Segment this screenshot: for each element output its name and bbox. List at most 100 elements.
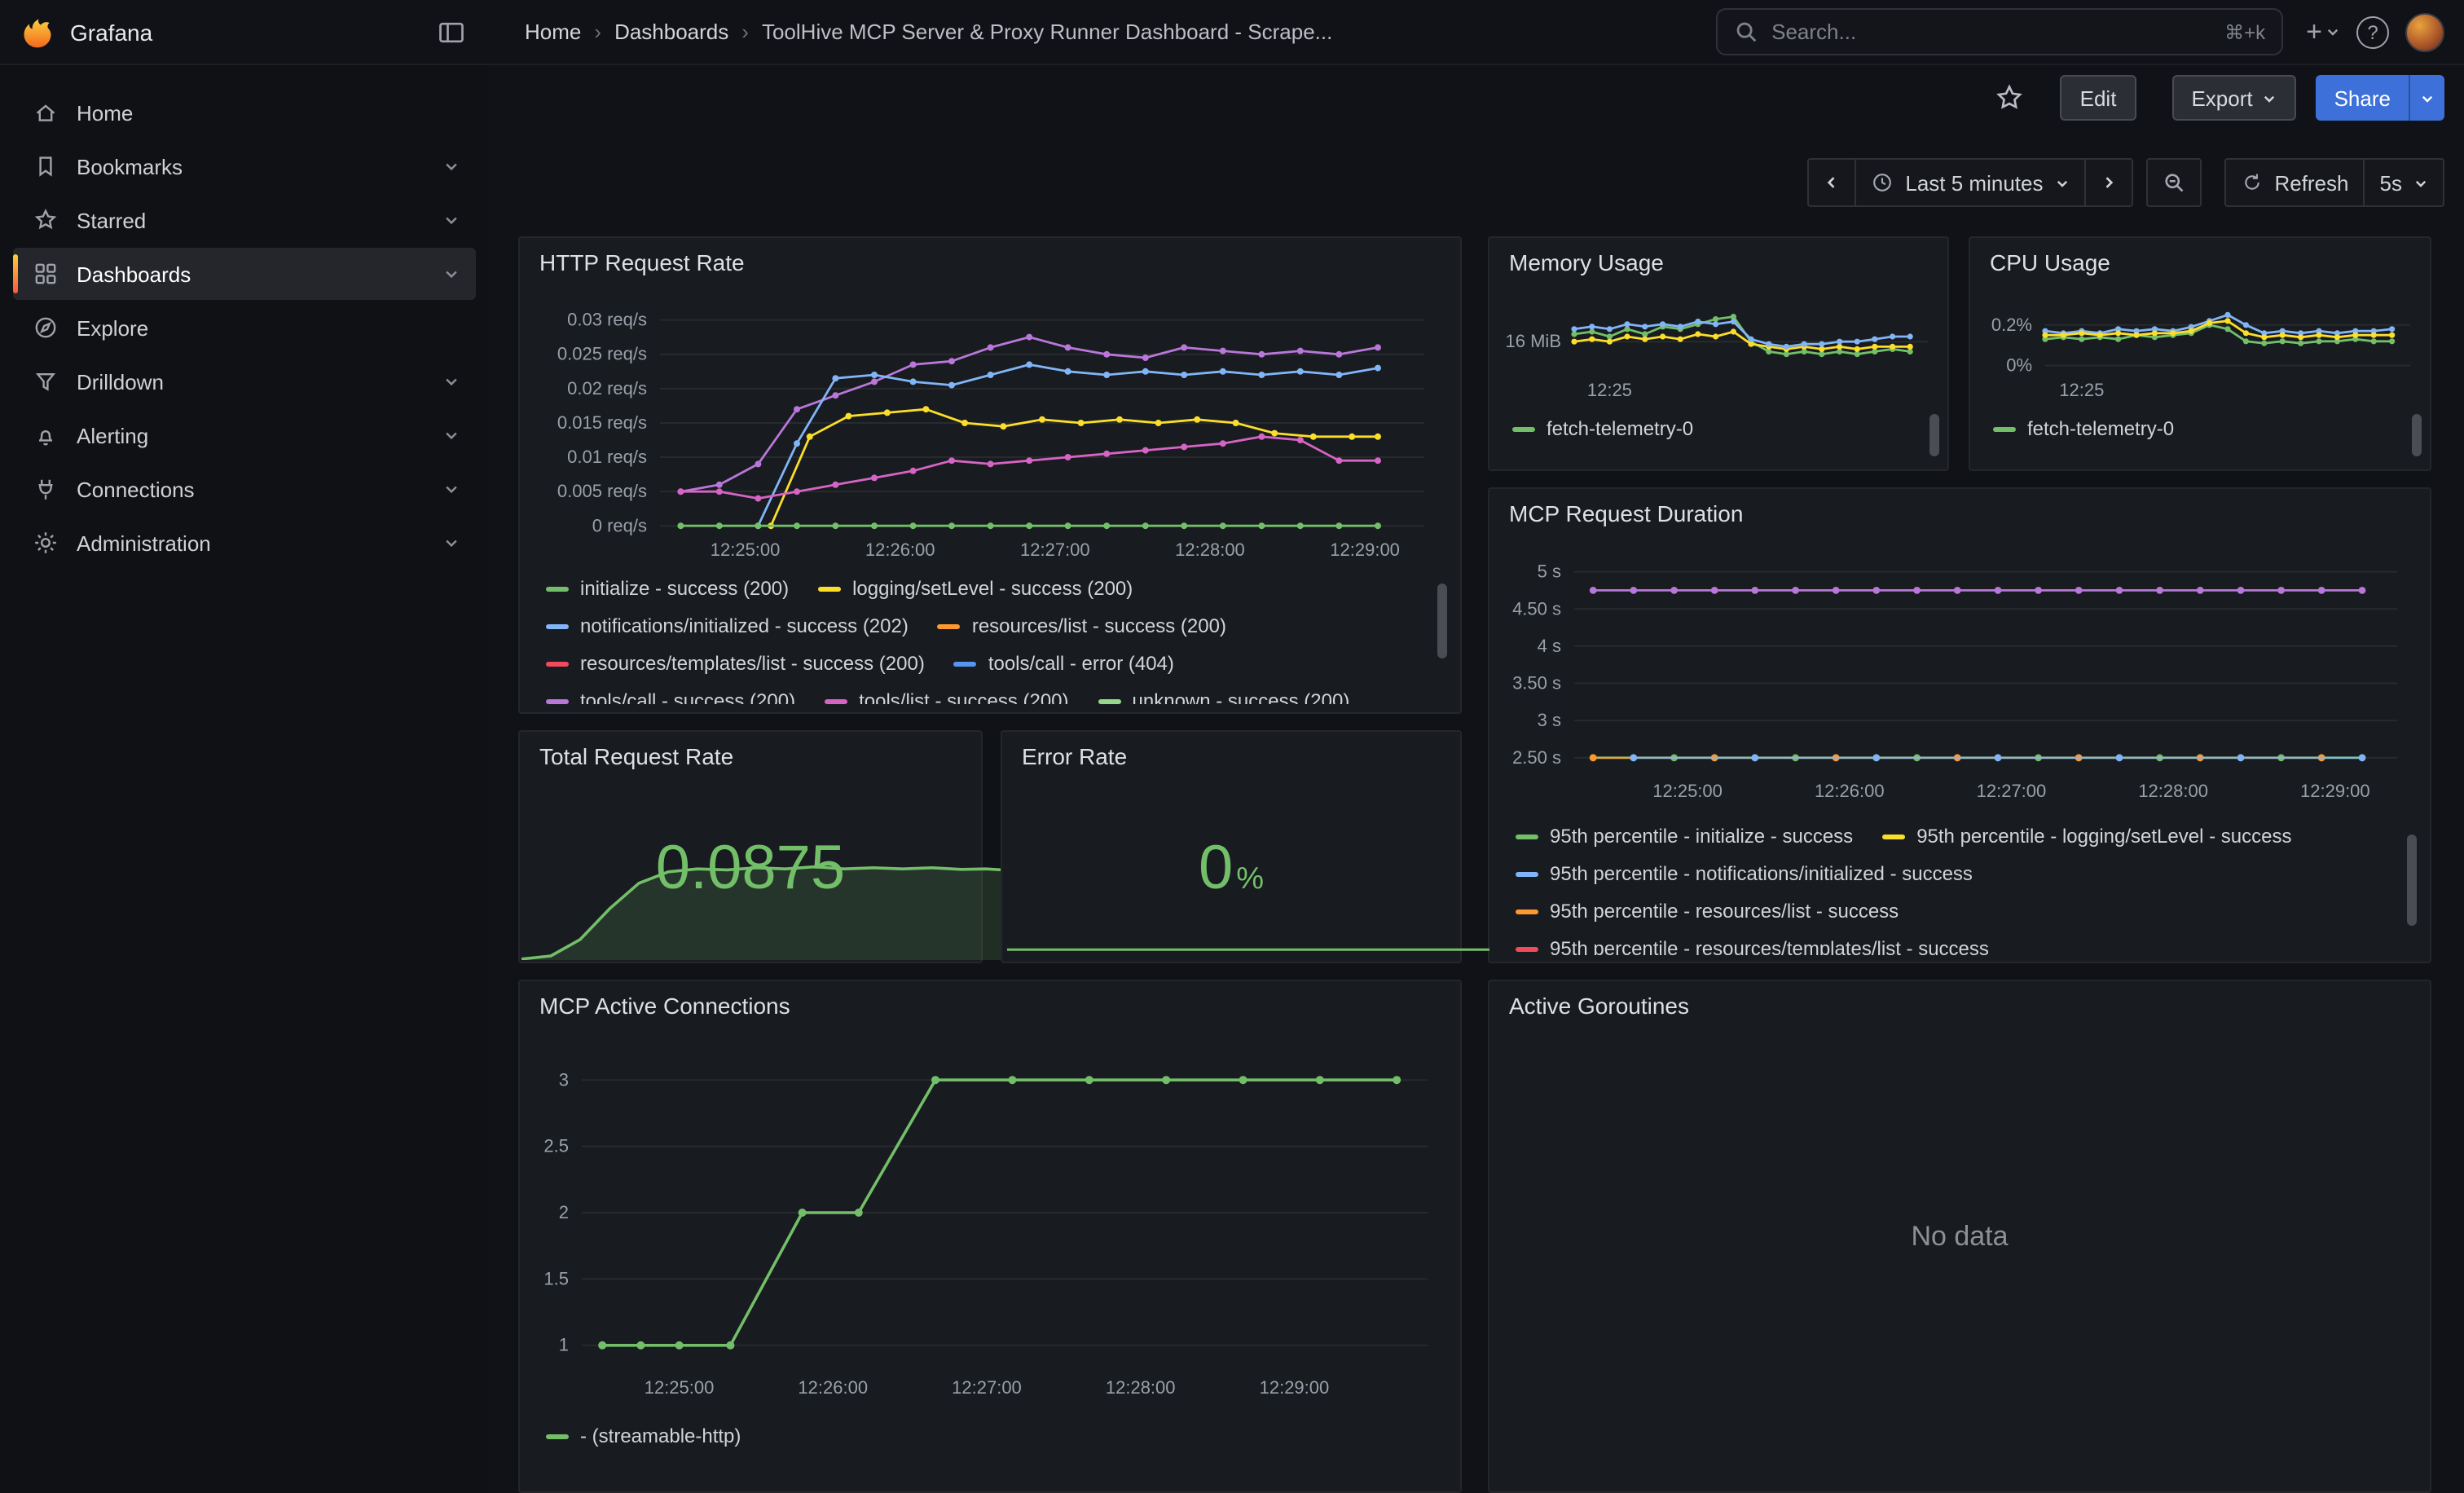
sidebar-item-drilldown[interactable]: Drilldown (13, 355, 476, 407)
breadcrumb-dashboards[interactable]: Dashboards (614, 20, 728, 44)
stat-value: 0.0875 (656, 835, 845, 905)
legend-item[interactable]: fetch-telemetry-0 (1512, 417, 1693, 440)
sidebar-toggle-icon[interactable] (437, 17, 466, 46)
stat-unit: % (1236, 862, 1264, 898)
panel-title[interactable]: Total Request Rate (539, 743, 733, 769)
time-shift-back-button[interactable] (1807, 158, 1856, 207)
panel-active-goroutines: Active Goroutines No data (1488, 980, 2431, 1493)
sidebar-item-home[interactable]: Home (13, 86, 476, 139)
svg-text:12:26:00: 12:26:00 (1815, 781, 1885, 801)
chevron-down-icon (2420, 90, 2435, 105)
breadcrumb-home[interactable]: Home (525, 20, 581, 44)
sidebar-item-bookmarks[interactable]: Bookmarks (13, 140, 476, 192)
legend-item[interactable]: 95th percentile - resources/templates/li… (1516, 937, 1989, 955)
sidebar-item-administration[interactable]: Administration (13, 517, 476, 569)
legend-item[interactable]: unknown - success (200) (1098, 689, 1350, 704)
legend-scrollbar[interactable] (2412, 414, 2422, 456)
panel-title[interactable]: CPU Usage (1990, 249, 2110, 275)
breadcrumb: Home › Dashboards › ToolHive MCP Server … (525, 20, 1332, 44)
mcp-active-connections-chart[interactable]: 11.522.5312:25:0012:26:0012:27:0012:28:0… (533, 1037, 1447, 1408)
avatar[interactable] (2405, 12, 2444, 51)
edit-button[interactable]: Edit (2061, 75, 2136, 121)
panel-mcp-active-connections: MCP Active Connections 11.522.5312:25:00… (518, 980, 1462, 1493)
sidebar-item-alerting[interactable]: Alerting (13, 409, 476, 461)
legend-item[interactable]: notifications/initialized - success (202… (546, 614, 909, 637)
grafana-logo[interactable] (20, 14, 55, 50)
refresh-icon (2240, 171, 2263, 194)
panel-title[interactable]: Memory Usage (1509, 249, 1664, 275)
time-range-picker[interactable]: Last 5 minutes (1855, 158, 2085, 207)
http-request-rate-chart[interactable]: 0 req/s0.005 req/s0.01 req/s0.015 req/s0… (533, 297, 1447, 567)
new-button[interactable]: + (2306, 15, 2340, 48)
panel-title[interactable]: MCP Active Connections (539, 993, 790, 1019)
legend-item[interactable]: fetch-telemetry-0 (1993, 417, 2174, 440)
refresh-button[interactable]: Refresh (2224, 158, 2365, 207)
legend-item[interactable]: - (streamable-http) (546, 1425, 741, 1447)
svg-text:12:28:00: 12:28:00 (1175, 540, 1245, 560)
top-nav: Grafana Home › Dashboards › ToolHive MCP… (0, 0, 2464, 65)
svg-text:3.50 s: 3.50 s (1512, 673, 1561, 694)
stat-body: 0 % (1002, 777, 1460, 962)
legend-item[interactable]: 95th percentile - initialize - success (1516, 825, 1853, 848)
zoom-out-button[interactable] (2145, 158, 2201, 207)
chevron-down-icon[interactable] (443, 212, 460, 228)
dashboard-toolbar: Edit Export Share (1995, 75, 2444, 121)
sidebar-item-explore[interactable]: Explore (13, 302, 476, 354)
svg-text:12:29:00: 12:29:00 (1260, 1377, 1330, 1398)
legend-item[interactable]: resources/list - success (200) (938, 614, 1226, 637)
export-button[interactable]: Export (2171, 75, 2296, 121)
duration-legend: 95th percentile - initialize - success 95… (1516, 825, 2391, 955)
legend-scrollbar[interactable] (1437, 584, 1447, 658)
mcp-request-duration-chart[interactable]: 2.50 s3 s3.50 s4 s4.50 s5 s12:25:0012:26… (1503, 548, 2417, 808)
legend-item[interactable]: 95th percentile - logging/setLevel - suc… (1882, 825, 2291, 848)
bookmark-icon (33, 153, 59, 179)
time-shift-forward-button[interactable] (2083, 158, 2132, 207)
svg-text:3: 3 (559, 1069, 569, 1090)
chevron-down-icon[interactable] (443, 266, 460, 282)
dashboards-icon (33, 261, 59, 287)
share-menu-button[interactable] (2409, 75, 2444, 121)
panel-title[interactable]: HTTP Request Rate (539, 249, 745, 275)
legend-scrollbar[interactable] (1929, 414, 1939, 456)
panel-title[interactable]: MCP Request Duration (1509, 500, 1743, 526)
legend-scrollbar[interactable] (2407, 835, 2417, 926)
sidebar-item-dashboards[interactable]: Dashboards (13, 248, 476, 300)
legend-item[interactable]: tools/list - success (200) (825, 689, 1068, 704)
help-button[interactable]: ? (2356, 15, 2389, 48)
svg-text:16 MiB: 16 MiB (1506, 331, 1561, 351)
svg-text:12:26:00: 12:26:00 (865, 540, 935, 560)
chevron-down-icon[interactable] (443, 535, 460, 551)
svg-text:12:25:00: 12:25:00 (645, 1377, 715, 1398)
svg-text:12:26:00: 12:26:00 (798, 1377, 868, 1398)
sidebar-item-connections[interactable]: Connections (13, 463, 476, 515)
panel-title[interactable]: Error Rate (1022, 743, 1127, 769)
legend-item[interactable]: tools/call - error (404) (954, 652, 1174, 675)
svg-text:12:27:00: 12:27:00 (1977, 781, 2047, 801)
share-group: Share (2317, 75, 2444, 121)
svg-text:12:25:00: 12:25:00 (711, 540, 781, 560)
chevron-left-icon (1824, 174, 1840, 191)
sidebar-item-starred[interactable]: Starred (13, 194, 476, 246)
legend-item[interactable]: tools/call - success (200) (546, 689, 795, 704)
legend-item[interactable]: logging/setLevel - success (200) (818, 577, 1133, 600)
svg-text:0.025 req/s: 0.025 req/s (557, 344, 647, 364)
chevron-down-icon[interactable] (443, 427, 460, 443)
stat-body: 0.0875 (520, 777, 981, 962)
chevron-down-icon[interactable] (443, 373, 460, 390)
sidebar-item-label: Home (77, 100, 133, 125)
home-icon (33, 99, 59, 126)
search-input[interactable]: Search... ⌘+k (1716, 8, 2283, 55)
refresh-interval-picker[interactable]: 5s (2364, 158, 2444, 207)
legend-item[interactable]: initialize - success (200) (546, 577, 789, 600)
cpu-usage-chart[interactable]: 0%0.2%12:25 (1980, 287, 2423, 401)
share-button[interactable]: Share (2317, 75, 2409, 121)
chevron-down-icon[interactable] (443, 481, 460, 497)
sidebar-item-label: Connections (77, 477, 195, 501)
chevron-down-icon[interactable] (443, 158, 460, 174)
legend-item[interactable]: 95th percentile - resources/list - succe… (1516, 900, 1899, 923)
sidebar: Home Bookmarks Starred Dashboards Explor… (0, 65, 489, 1493)
favorite-star-icon[interactable] (1995, 83, 2025, 112)
legend-item[interactable]: resources/templates/list - success (200) (546, 652, 925, 675)
memory-usage-chart[interactable]: 16 MiB12:25 (1499, 287, 1941, 401)
legend-item[interactable]: 95th percentile - notifications/initiali… (1516, 862, 1973, 885)
